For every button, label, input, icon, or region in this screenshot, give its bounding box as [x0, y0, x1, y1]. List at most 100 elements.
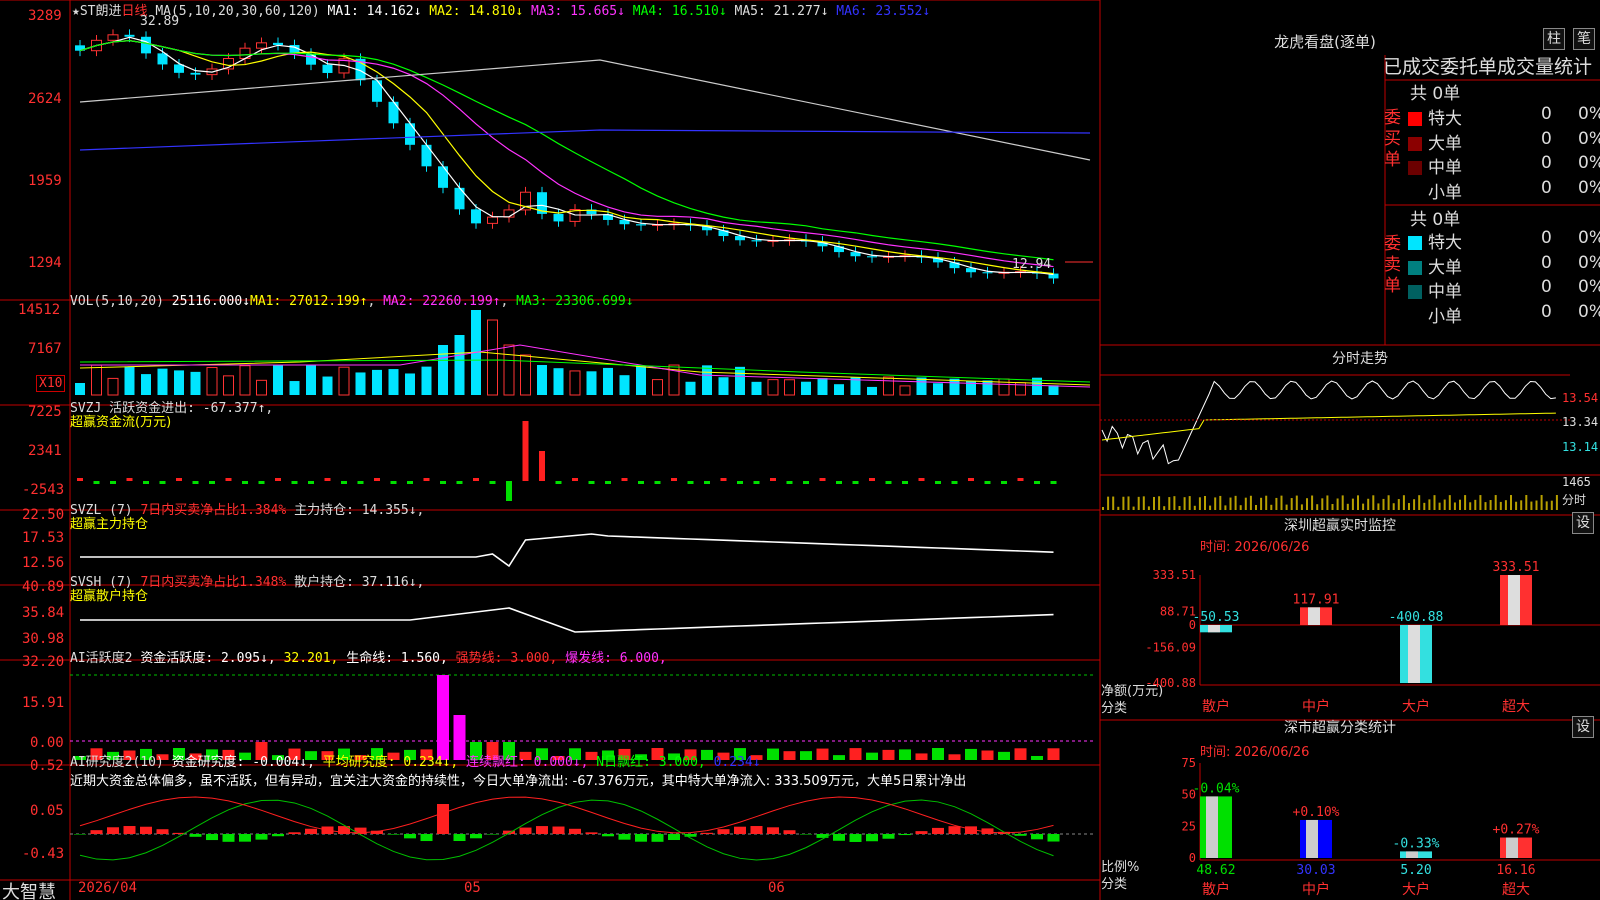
research-bar-pos — [437, 804, 449, 834]
volume-bar-down — [372, 369, 382, 395]
research-bar-neg — [882, 834, 895, 839]
activity-bar — [849, 748, 862, 760]
y-tick: 14512 — [18, 302, 61, 318]
intraday-volume-bar — [1443, 499, 1446, 510]
activity-bar — [767, 748, 779, 760]
volume-bar-down — [157, 368, 168, 395]
svsh-subtitle: 超赢散户持仓 — [70, 589, 149, 604]
sell-row: 特大 0 0% — [1408, 228, 1600, 253]
intraday-volume-bar — [1137, 496, 1140, 510]
vol-value: 25116.000↓ — [171, 294, 251, 309]
volume-bar-down — [586, 371, 597, 395]
intraday-volume-bar — [1525, 495, 1528, 510]
intraday-y-tick: 13.14 — [1562, 440, 1599, 454]
color-swatch — [1408, 260, 1422, 275]
y-tick: 0.05 — [30, 803, 64, 819]
intraday-volume-bar — [1224, 505, 1227, 510]
intraday-volume-bar — [1163, 506, 1166, 510]
volume-bar-up — [998, 378, 1010, 396]
flow-bar-out — [935, 481, 941, 484]
intraday-volume-bar — [1423, 502, 1426, 510]
row-pct: 0% — [1578, 252, 1600, 273]
monitor-category-label: 超大 — [1502, 699, 1530, 715]
category-y-tick: 25 — [1182, 819, 1196, 833]
intraday-volume-bar — [1357, 495, 1359, 510]
flow-bar-in — [126, 478, 133, 481]
volume-bar-up — [256, 379, 267, 396]
intraday-volume-bar — [1255, 504, 1257, 510]
intraday-vol-tick: 1465 — [1562, 475, 1591, 489]
research-bar-pos — [701, 832, 713, 834]
row-name: 小单 — [1428, 182, 1462, 203]
sz-category-settings-button[interactable]: 设 — [1572, 716, 1594, 738]
ma1-line — [79, 36, 1054, 276]
activity-bar — [1031, 755, 1043, 760]
flow-bar-in — [869, 478, 875, 481]
flow-bar-out — [753, 481, 760, 484]
research-bar-neg — [74, 834, 86, 835]
tick-view-button[interactable]: 笔 — [1573, 28, 1595, 50]
activity-bar — [1047, 748, 1060, 760]
sell-row: 大单 0 0% — [1408, 252, 1600, 278]
research-bar-pos — [156, 829, 169, 834]
research-bar-neg — [486, 834, 499, 835]
intraday-volume-bar — [1433, 495, 1436, 510]
intraday-volume-bar — [1229, 497, 1232, 510]
flow-bar-out — [341, 481, 347, 484]
intraday-volume-bar — [1234, 495, 1237, 510]
research-bar-neg — [206, 834, 218, 841]
row-name: 中单 — [1428, 158, 1462, 178]
intraday-volume-bar — [1336, 498, 1339, 510]
y-tick: 1959 — [28, 173, 62, 189]
research-bar-neg — [668, 834, 680, 841]
intraday-volume-bar — [1341, 495, 1344, 510]
flow-bar-in — [275, 478, 281, 481]
vol-label: VOL(5,10,20) — [70, 294, 164, 309]
row-count: 0 — [1541, 104, 1552, 124]
volume-bar-down — [355, 372, 366, 395]
flow-bar-out — [489, 481, 496, 484]
intraday-volume-bar — [1147, 506, 1150, 510]
intraday-volume-bar — [1142, 496, 1145, 510]
candle-down — [273, 42, 283, 45]
intraday-volume-bar — [1489, 500, 1492, 510]
row-pct: 0% — [1578, 228, 1600, 248]
candle-up — [487, 216, 498, 224]
flow-bar-in — [621, 478, 628, 481]
ma1-value: MA1: 14.162↓ — [327, 4, 422, 19]
buy-side-label: 委买单 — [1384, 108, 1401, 170]
activity-bar — [866, 752, 878, 760]
row-pct: 0% — [1578, 277, 1600, 297]
low-note: 12.94 — [1012, 257, 1052, 272]
intraday-volume-bar — [1260, 497, 1263, 510]
intraday-price-line — [1101, 380, 1556, 465]
bar-view-button[interactable]: 柱 — [1543, 28, 1565, 50]
flow-bar-out — [786, 481, 793, 484]
flow-bar-in — [522, 421, 529, 481]
volume-bar-down — [190, 371, 201, 395]
volume-bar-down — [867, 386, 877, 395]
intraday-volume-bar — [1555, 495, 1558, 510]
flow-bar-out — [506, 481, 512, 501]
sz-monitor-settings-button[interactable]: 设 — [1572, 512, 1594, 534]
volume-bar-down — [322, 376, 333, 395]
intraday-volume-bar — [1494, 495, 1497, 510]
volume-bar-down — [916, 377, 927, 395]
volume-bar-down — [388, 369, 399, 395]
ai-active-t2: 32.201, — [283, 651, 339, 666]
research-bar-neg — [387, 834, 400, 835]
flow-bar-out — [737, 481, 743, 484]
ma2-value: MA2: 14.810↓ — [429, 4, 524, 19]
category-label: 超大 — [1502, 882, 1530, 898]
monitor-value-label: 333.51 — [1493, 560, 1540, 575]
candle-down — [471, 209, 481, 224]
ma2-line — [79, 40, 1054, 275]
intraday-volume-bar — [1484, 502, 1487, 510]
volume-bar-up — [652, 379, 663, 396]
flow-bar-in — [720, 478, 727, 481]
intraday-volume-bar — [1198, 497, 1201, 510]
y-tick: 15.91 — [22, 695, 65, 711]
intraday-volume-bar — [1469, 502, 1472, 510]
flow-bar-in — [423, 478, 430, 481]
intraday-volume-bar — [1418, 495, 1421, 510]
